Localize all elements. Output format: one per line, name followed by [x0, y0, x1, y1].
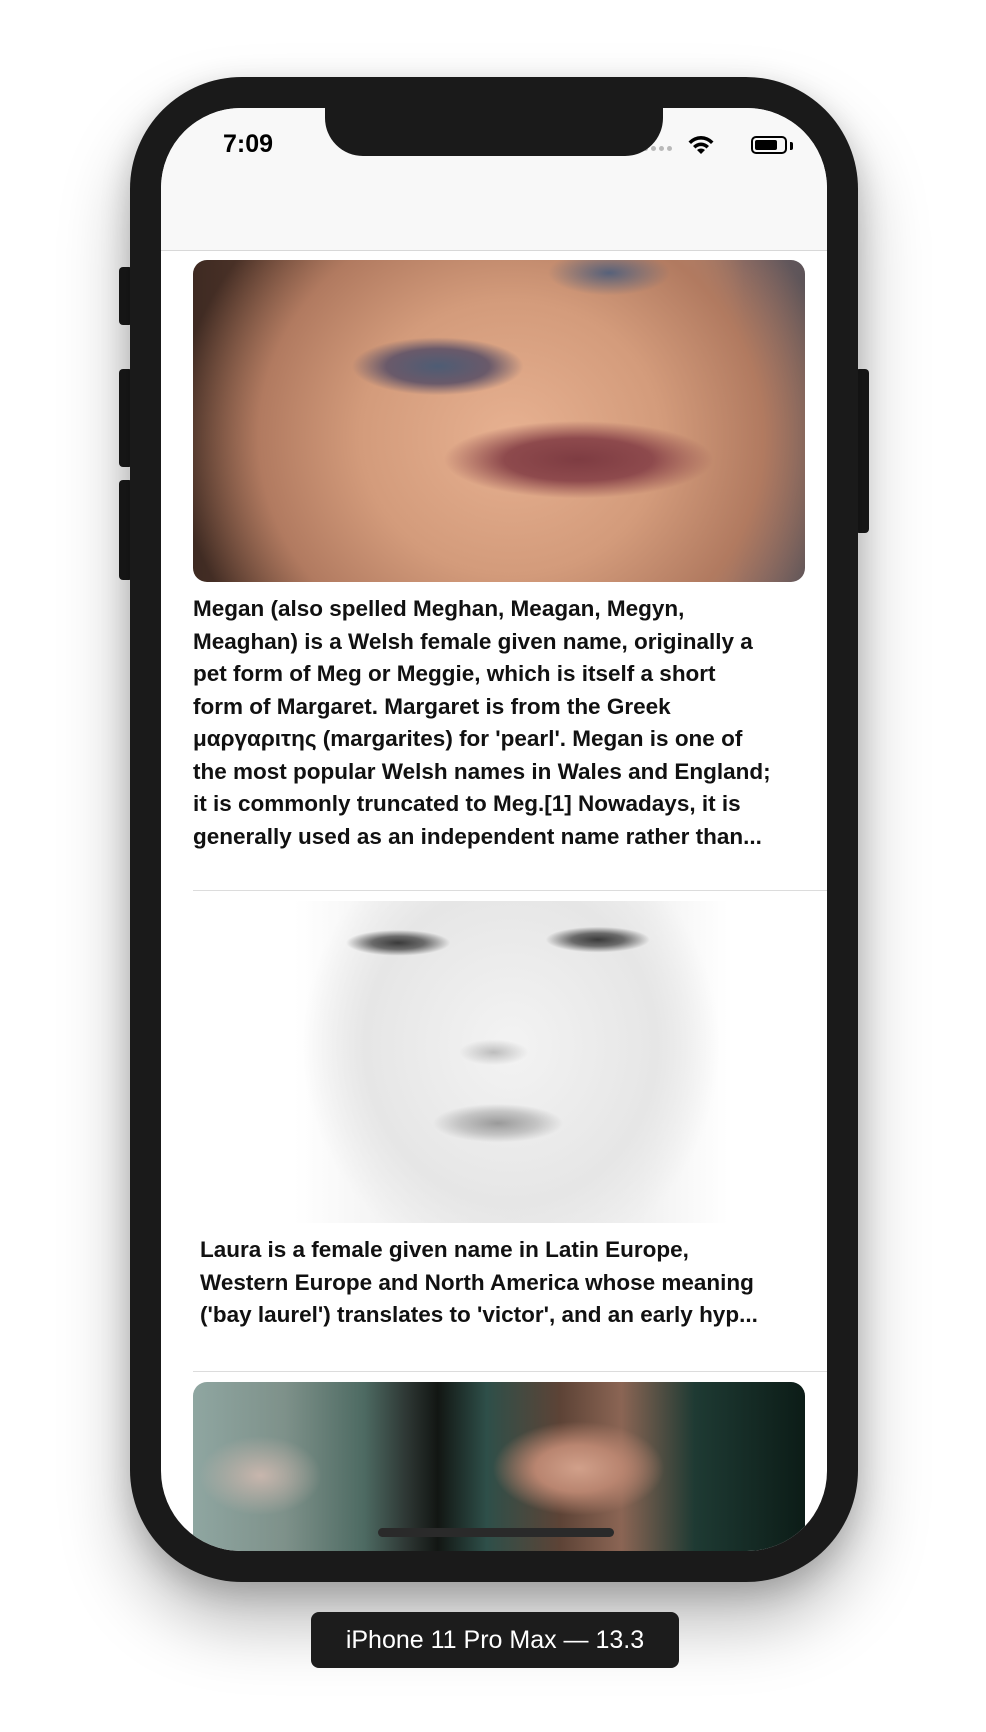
item-description: Megan (also spelled Meghan, Meagan, Megy…	[193, 593, 771, 853]
wifi-icon	[688, 136, 714, 154]
description-line: generally used as an independent name ra…	[193, 823, 762, 849]
description-line: Meaghan) is a Welsh female given name, o…	[193, 628, 753, 654]
device-screen: 7:09 Megan (also spelled Meghan, Meagan,…	[161, 108, 827, 1551]
description-line: form of Margaret. Margaret is from the G…	[193, 693, 671, 719]
battery-cap	[790, 142, 793, 150]
list-item[interactable]: Laura is a female given name in Latin Eu…	[193, 901, 827, 1372]
battery-icon	[751, 136, 787, 154]
description-line: Megan (also spelled Meghan, Meagan, Megy…	[193, 596, 685, 621]
description-line: it is commonly truncated to Meg.[1] Nowa…	[193, 791, 741, 816]
list-item[interactable]: Megan (also spelled Meghan, Meagan, Megy…	[193, 260, 827, 891]
list-item[interactable]	[193, 1382, 827, 1551]
description-line: ('bay laurel') translates to 'victor', a…	[200, 1302, 758, 1327]
device-label: iPhone 11 Pro Max — 13.3	[311, 1612, 679, 1668]
portrait-photo	[193, 260, 805, 582]
description-line: pet form of Meg or Meggie, which is itse…	[193, 661, 716, 686]
notch	[325, 108, 663, 156]
portrait-photo	[193, 1382, 805, 1551]
row-separator	[193, 1371, 827, 1372]
home-indicator[interactable]	[378, 1528, 614, 1537]
description-line: μαργαριτης (margarites) for 'pearl'. Meg…	[193, 726, 743, 751]
feed-list[interactable]: Megan (also spelled Meghan, Meagan, Megy…	[161, 251, 827, 1551]
description-line: the most popular Welsh names in Wales an…	[193, 758, 771, 784]
description-line: Western Europe and North America whose m…	[200, 1269, 754, 1295]
simulator-stage: 7:09 Megan (also spelled Meghan, Meagan,…	[0, 0, 986, 1732]
description-line: Laura is a female given name in Latin Eu…	[200, 1237, 689, 1262]
row-separator	[193, 890, 827, 891]
status-time: 7:09	[223, 130, 274, 158]
portrait-photo	[294, 901, 728, 1223]
item-description: Laura is a female given name in Latin Eu…	[200, 1234, 758, 1332]
